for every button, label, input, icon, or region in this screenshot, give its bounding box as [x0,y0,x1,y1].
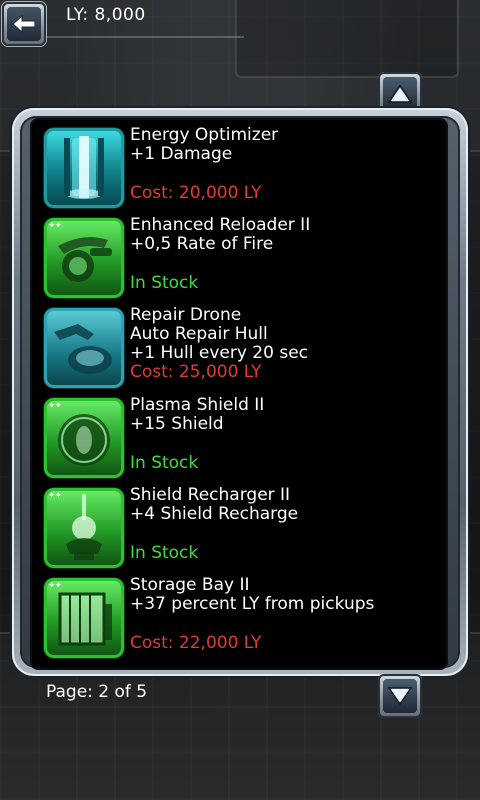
item-name: Shield Recharger II [130,485,291,505]
rank-stars-icon: ✦✦ [48,581,62,591]
back-button[interactable] [2,2,46,46]
item-name: Enhanced Reloader II [130,215,311,235]
item-effect: +1 Hull every 20 sec [130,343,309,363]
rank-stars-icon: ✦✦ [48,221,62,231]
shield-recharger-icon: ✦✦ [44,488,124,568]
list-item-storage-bay[interactable]: ✦✦ Storage Bay II +37 percent LY from pi… [44,574,444,662]
header-divider [44,36,244,38]
triangle-up-icon [387,84,413,103]
item-stock-status: In Stock [130,453,199,473]
item-effect: +15 Shield [130,414,224,434]
item-name: Repair Drone [130,305,242,325]
item-stock-status: In Stock [130,273,199,293]
item-effect: +1 Damage [130,144,233,164]
rank-stars-icon: ✦✦ [48,491,62,501]
item-name: Plasma Shield II [130,395,265,415]
page-indicator: Page: 2 of 5 [46,682,148,702]
repair-drone-icon [44,308,124,388]
item-stock-status: In Stock [130,543,199,563]
item-cost: Cost: 22,000 LY [130,633,262,653]
item-cost: Cost: 20,000 LY [130,183,262,203]
back-arrow-icon [12,14,36,34]
item-name: Energy Optimizer [130,125,279,145]
item-effect: +4 Shield Recharge [130,504,299,524]
list-item-enhanced-reloader[interactable]: ✦✦ Enhanced Reloader II +0,5 Rate of Fir… [44,214,444,302]
item-effect: +0,5 Rate of Fire [130,234,274,254]
reloader-icon: ✦✦ [44,218,124,298]
page-down-button[interactable] [378,674,422,718]
item-list: Energy Optimizer +1 Damage Cost: 20,000 … [32,120,446,668]
plasma-shield-icon: ✦✦ [44,398,124,478]
item-effect: +37 percent LY from pickups [130,594,375,614]
list-item-shield-recharger[interactable]: ✦✦ Shield Recharger II +4 Shield Recharg… [44,484,444,572]
list-item-energy-optimizer[interactable]: Energy Optimizer +1 Damage Cost: 20,000 … [44,124,444,212]
list-item-repair-drone[interactable]: Repair Drone Auto Repair Hull +1 Hull ev… [44,304,444,392]
list-item-plasma-shield[interactable]: ✦✦ Plasma Shield II +15 Shield In Stock [44,394,444,482]
ly-balance: LY: 8,000 [66,5,146,25]
item-effect: Auto Repair Hull [130,324,268,344]
triangle-down-icon [387,687,413,706]
storage-bay-icon: ✦✦ [44,578,124,658]
energy-optimizer-icon [44,128,124,208]
item-cost: Cost: 25,000 LY [130,362,262,382]
background-panel [235,0,459,78]
rank-stars-icon: ✦✦ [48,401,62,411]
item-name: Storage Bay II [130,575,250,595]
